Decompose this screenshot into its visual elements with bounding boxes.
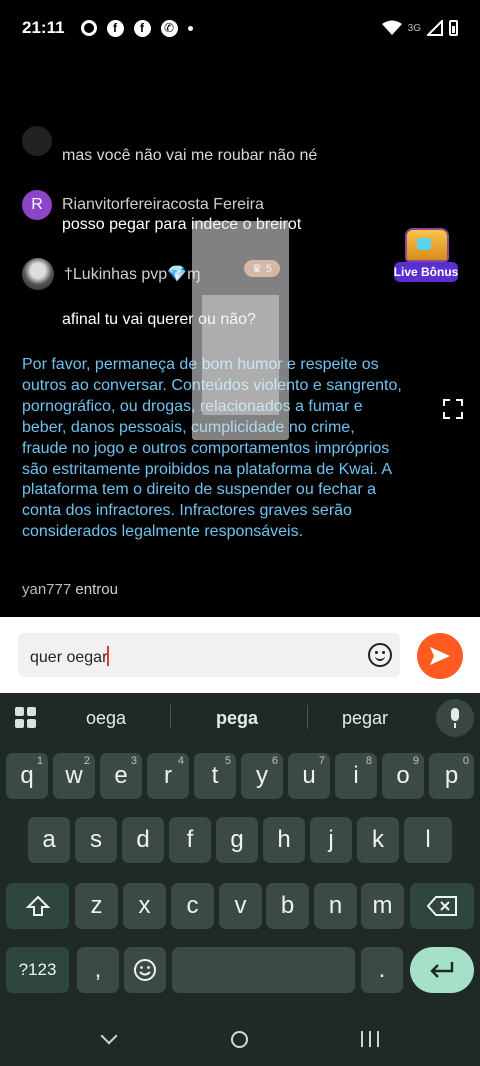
key-c[interactable]: c [171,883,214,929]
message-input[interactable]: quer oegar [18,633,400,677]
suggestion-2[interactable]: pega [216,708,258,729]
key-u[interactable]: u7 [288,753,330,799]
emoji-icon[interactable] [368,643,392,667]
message-input-text: quer oegar [30,646,110,667]
preview-content [202,295,279,415]
suggestion-1[interactable]: oega [86,708,126,729]
floating-preview-window[interactable] [192,221,289,440]
key-q[interactable]: q1 [6,753,48,799]
space-key[interactable] [172,947,355,993]
live-bonus-button[interactable]: Live Bônus [393,228,459,284]
key-v[interactable]: v [219,883,262,929]
avatar [22,258,54,290]
backspace-icon [427,896,457,916]
chat-username-text: †Lukinhas pvp [64,266,168,283]
key-b[interactable]: b [266,883,309,929]
message-input-bar: quer oegar [0,617,480,693]
key-n[interactable]: n [314,883,357,929]
key-d[interactable]: d [122,817,164,863]
period-key[interactable]: . [361,947,403,993]
key-w[interactable]: w2 [53,753,95,799]
chat-username: Rianvitorfereiracosta Fereira [62,196,264,213]
send-button[interactable] [417,633,463,679]
key-k[interactable]: k [357,817,399,863]
key-h[interactable]: h [263,817,305,863]
emoji-key[interactable] [124,947,166,993]
suggestion-3[interactable]: pegar [342,708,388,729]
facebook-icon: f [133,19,151,37]
send-icon [430,647,450,665]
key-p[interactable]: p0 [429,753,474,799]
text-caret [107,646,110,666]
key-e[interactable]: e3 [100,753,142,799]
key-a[interactable]: a [28,817,70,863]
radio-icon [80,20,97,36]
fullscreen-icon[interactable] [443,399,463,419]
gem-icon [417,238,431,250]
key-t[interactable]: t5 [194,753,236,799]
emoji-icon [134,959,156,981]
key-y[interactable]: y6 [241,753,283,799]
home-icon[interactable] [231,1031,248,1048]
avatar [22,126,52,156]
battery-icon [449,20,458,36]
mic-icon[interactable] [436,699,474,737]
status-bar: 21:11 f f ✆ 3G [0,0,480,56]
key-g[interactable]: g [216,817,258,863]
message-input-value: quer oegar [30,649,108,666]
key-o[interactable]: o9 [382,753,424,799]
chat-user-row[interactable]: †Lukinhas pvp💎ɱ [22,258,200,290]
key-z[interactable]: z [75,883,118,929]
enter-key[interactable] [410,947,474,993]
system-icons: 3G [381,20,458,36]
join-message: yan777 entrou [22,581,118,598]
key-f[interactable]: f [169,817,211,863]
network-type: 3G [407,22,421,34]
join-action: entrou [75,581,118,598]
recents-icon[interactable] [361,1031,379,1047]
live-bonus-label: Live Bônus [394,262,458,282]
shift-icon [25,895,50,916]
facebook-icon: f [106,19,124,37]
join-username: yan777 [22,581,72,598]
enter-icon [430,962,454,978]
key-i[interactable]: i8 [335,753,377,799]
suggestion-bar: oega pega pegar [0,693,480,743]
shift-key[interactable] [6,883,69,929]
wifi-icon [381,20,402,35]
key-l[interactable]: l [404,817,452,863]
keyboard: oega pega pegar q1 w2 e3 r4 t5 y6 u7 i8 … [0,693,480,1066]
whatsapp-icon: ✆ [160,19,178,37]
chat-message: mas você não vai me roubar não né [62,147,318,164]
navigation-bar [0,1010,480,1066]
chat-username: †Lukinhas pvp💎ɱ [64,264,200,284]
backspace-key[interactable] [410,883,474,929]
apps-grid-icon[interactable] [15,707,37,729]
gem-icon: 💎 [167,266,188,283]
dot-icon [187,25,193,31]
avatar: R [22,190,52,220]
comma-key[interactable]: , [77,947,119,993]
key-m[interactable]: m [361,883,404,929]
key-j[interactable]: j [310,817,352,863]
symbols-key[interactable]: ?123 [6,947,69,993]
key-x[interactable]: x [123,883,166,929]
notification-icons: f f ✆ [80,19,193,37]
status-time: 21:11 [22,18,65,37]
signal-icon [427,20,443,36]
back-icon[interactable] [100,1027,118,1045]
key-r[interactable]: r4 [147,753,189,799]
key-s[interactable]: s [75,817,117,863]
